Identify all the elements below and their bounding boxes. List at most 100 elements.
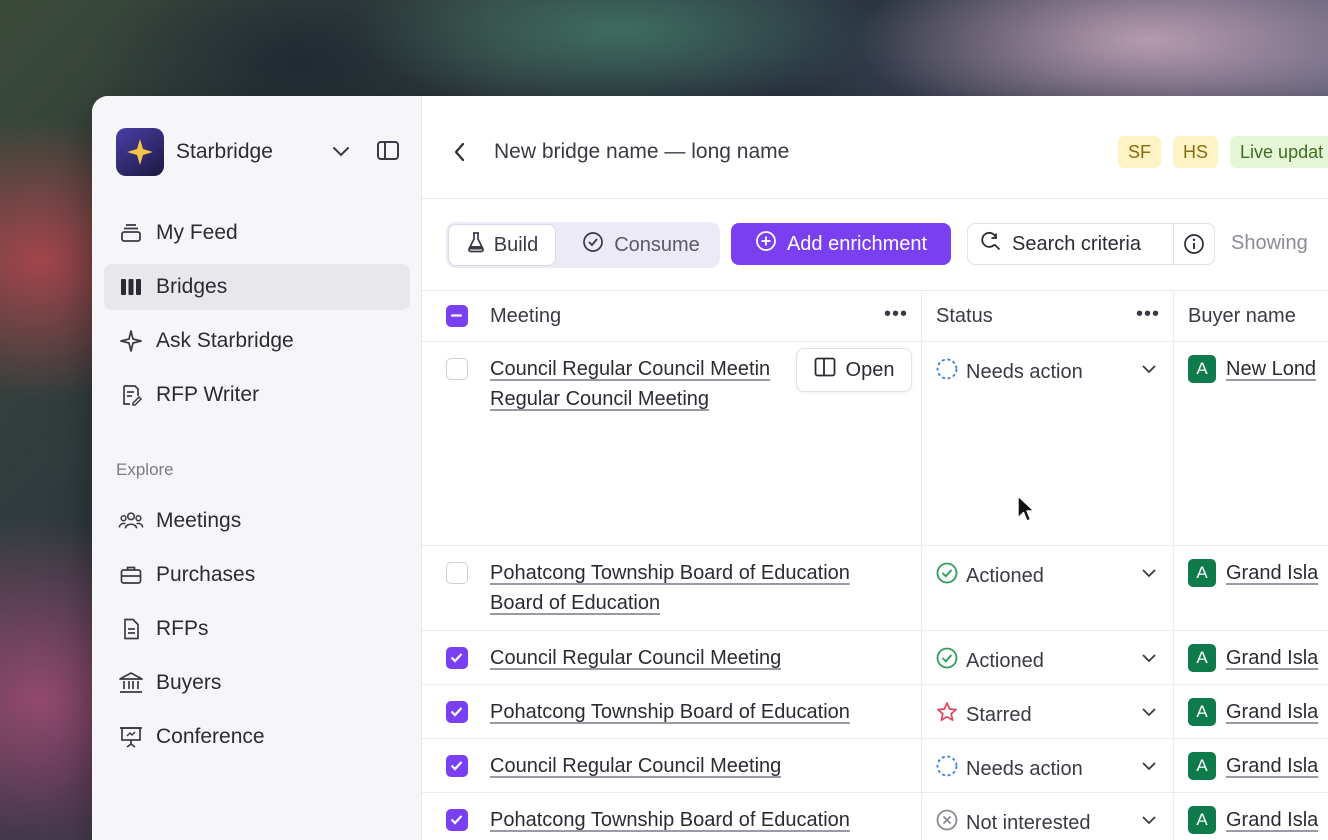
column-title: Buyer name: [1188, 305, 1296, 327]
buyer-cell: A Grand Isla: [1174, 546, 1328, 630]
status-value: Needs action: [936, 358, 1083, 386]
meeting-cell: Council Regular Council Meetin Regular C…: [422, 342, 922, 545]
meeting-link[interactable]: Pohatcong Township Board of Education: [490, 558, 850, 588]
sidebar-item-conference[interactable]: Conference: [104, 714, 410, 760]
buyer-badge: A: [1188, 806, 1216, 834]
buyer-link[interactable]: Grand Isla: [1226, 647, 1318, 670]
chevron-down-icon[interactable]: [330, 140, 352, 167]
table-row[interactable]: Council Regular Council Meetin Regular C…: [422, 342, 1328, 546]
buyer-cell: A Grand Isla: [1174, 685, 1328, 738]
status-cell[interactable]: Not interested: [922, 793, 1174, 840]
meeting-cell: Pohatcong Township Board of Education: [422, 685, 922, 738]
chevron-down-icon[interactable]: [1140, 362, 1158, 381]
status-label: Needs action: [966, 360, 1083, 383]
chevron-down-icon[interactable]: [1140, 759, 1158, 778]
status-value: Actioned: [936, 647, 1044, 675]
table-header: Meeting ••• Status ••• Buyer name: [422, 290, 1328, 342]
explore-nav: Meetings Purchases RFPs Buyers Conferenc…: [104, 498, 410, 768]
buyer-cell: A New Lond: [1174, 342, 1328, 545]
buyer-value: A Grand Isla: [1188, 644, 1318, 672]
search-criteria-button[interactable]: Search criteria: [968, 224, 1174, 264]
check-circle-icon: [936, 647, 958, 675]
consume-tab[interactable]: Consume: [566, 224, 716, 266]
status-cell[interactable]: Starred: [922, 685, 1174, 738]
workspace-name: Starbridge: [176, 140, 273, 163]
badge-live-updates[interactable]: Live updat: [1230, 136, 1328, 168]
row-checkbox[interactable]: [446, 647, 468, 669]
buyer-link[interactable]: Grand Isla: [1226, 562, 1318, 585]
chevron-down-icon[interactable]: [1140, 813, 1158, 832]
open-button[interactable]: Open: [796, 348, 912, 392]
sidebar-item-my-feed[interactable]: My Feed: [104, 210, 410, 256]
x-circle-icon: [936, 809, 958, 837]
sidebar-item-bridges[interactable]: Bridges: [104, 264, 410, 310]
buyer-link[interactable]: Grand Isla: [1226, 809, 1318, 832]
row-checkbox[interactable]: [446, 701, 468, 723]
sidebar-item-rfp-writer[interactable]: RFP Writer: [104, 372, 410, 418]
buyer-value: A Grand Isla: [1188, 559, 1318, 587]
column-title: Meeting: [490, 305, 562, 327]
sidebar-toggle-icon[interactable]: [376, 140, 400, 167]
table-row[interactable]: Council Regular Council Meeting Actioned…: [422, 631, 1328, 685]
meeting-link[interactable]: Council Regular Council Meeting: [490, 643, 781, 673]
sidebar-item-rfps[interactable]: RFPs: [104, 606, 410, 652]
row-checkbox[interactable]: [446, 358, 468, 380]
more-options-icon[interactable]: •••: [884, 303, 908, 326]
status-cell[interactable]: Actioned: [922, 546, 1174, 630]
stack-icon: [118, 220, 144, 246]
column-header-status[interactable]: Status •••: [922, 291, 1174, 341]
buyer-badge: A: [1188, 355, 1216, 383]
meeting-link[interactable]: Pohatcong Township Board of Education: [490, 697, 850, 727]
status-cell[interactable]: Actioned: [922, 631, 1174, 684]
meeting-subtitle-link[interactable]: Board of Education: [490, 588, 660, 618]
add-enrichment-label: Add enrichment: [786, 232, 928, 255]
row-checkbox[interactable]: [446, 809, 468, 831]
column-header-meeting[interactable]: Meeting •••: [422, 291, 922, 341]
sidebar-item-label: Buyers: [156, 671, 222, 694]
meeting-link[interactable]: Pohatcong Township Board of Education: [490, 805, 850, 835]
table-row[interactable]: Pohatcong Township Board of Education Bo…: [422, 546, 1328, 631]
status-label: Actioned: [966, 649, 1044, 672]
buyer-link[interactable]: New Lond: [1226, 358, 1316, 381]
sidebar-item-purchases[interactable]: Purchases: [104, 552, 410, 598]
table-row[interactable]: Pohatcong Township Board of Education St…: [422, 685, 1328, 739]
status-cell[interactable]: Needs action: [922, 342, 1174, 545]
build-tab[interactable]: Build: [448, 224, 556, 266]
more-options-icon[interactable]: •••: [1136, 303, 1160, 326]
select-all-checkbox[interactable]: [446, 305, 468, 327]
chevron-down-icon[interactable]: [1140, 705, 1158, 724]
chevron-down-icon[interactable]: [1140, 651, 1158, 670]
buyer-link[interactable]: Grand Isla: [1226, 755, 1318, 778]
plus-circle-icon: [755, 230, 777, 258]
sidebar-item-label: Ask Starbridge: [156, 329, 294, 352]
table-row[interactable]: Council Regular Council Meeting Needs ac…: [422, 739, 1328, 793]
bank-icon: [118, 670, 144, 696]
badge-hs[interactable]: HS: [1173, 136, 1219, 168]
sidebar-item-meetings[interactable]: Meetings: [104, 498, 410, 544]
meeting-link[interactable]: Council Regular Council Meetin: [490, 354, 796, 384]
buyer-link[interactable]: Grand Isla: [1226, 701, 1318, 724]
workspace-switcher[interactable]: Starbridge: [116, 128, 410, 176]
table-row[interactable]: Pohatcong Township Board of Education No…: [422, 793, 1328, 840]
buyer-badge: A: [1188, 698, 1216, 726]
toolbar: Build Consume Add enrichment Search crit…: [446, 222, 1328, 268]
meeting-subtitle-link[interactable]: Regular Council Meeting: [490, 384, 709, 414]
meeting-cell: Council Regular Council Meeting: [422, 631, 922, 684]
side-panel-icon: [814, 357, 836, 383]
meeting-link[interactable]: Council Regular Council Meeting: [490, 751, 781, 781]
sidebar-item-ask-starbridge[interactable]: Ask Starbridge: [104, 318, 410, 364]
info-icon[interactable]: [1174, 233, 1214, 255]
column-header-buyer-name[interactable]: Buyer name: [1174, 291, 1328, 341]
back-arrow-icon[interactable]: [450, 140, 470, 169]
meeting-cell: Pohatcong Township Board of Education: [422, 793, 922, 840]
row-checkbox[interactable]: [446, 562, 468, 584]
add-enrichment-button[interactable]: Add enrichment: [731, 223, 951, 265]
sidebar-item-buyers[interactable]: Buyers: [104, 660, 410, 706]
chevron-down-icon[interactable]: [1140, 566, 1158, 585]
badge-sf[interactable]: SF: [1118, 136, 1162, 168]
status-label: Not interested: [966, 811, 1091, 834]
main-nav: My Feed Bridges Ask Starbridge RFP Write…: [104, 210, 410, 426]
row-checkbox[interactable]: [446, 755, 468, 777]
status-cell[interactable]: Needs action: [922, 739, 1174, 792]
consume-label: Consume: [614, 233, 700, 256]
